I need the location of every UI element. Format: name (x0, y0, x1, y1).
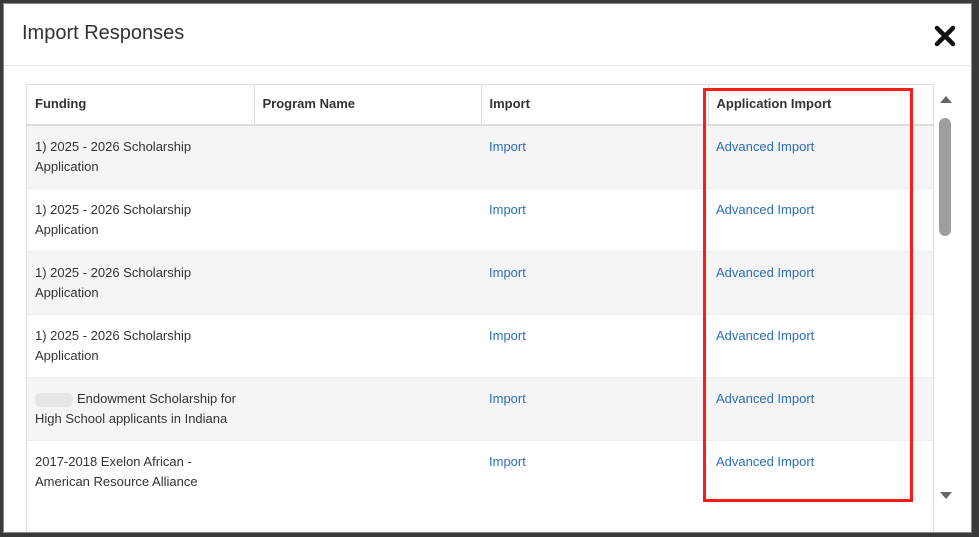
table-row: Endowment Scholarship for High School ap… (27, 377, 933, 441)
import-cell: Import (481, 251, 708, 315)
import-link[interactable]: Import (489, 265, 526, 280)
funding-cell: 1) 2025 - 2026 Scholarship Application (27, 188, 254, 252)
import-link[interactable]: Import (489, 202, 526, 217)
program-name-cell (254, 314, 481, 378)
funding-cell: 1) 2025 - 2026 Scholarship Application (27, 314, 254, 378)
funding-cell: 1) 2025 - 2026 Scholarship Application (27, 251, 254, 315)
import-link[interactable]: Import (489, 391, 526, 406)
close-button[interactable] (933, 24, 957, 48)
column-header-application-import: Application Import (708, 85, 933, 126)
import-cell: Import (481, 314, 708, 378)
column-header-funding: Funding (27, 85, 255, 126)
responses-table: Funding Program Name Import Application … (27, 85, 933, 503)
advanced-import-link[interactable]: Advanced Import (716, 454, 814, 469)
advanced-import-link[interactable]: Advanced Import (716, 328, 814, 343)
application-import-cell: Advanced Import (708, 124, 933, 189)
import-link[interactable]: Import (489, 139, 526, 154)
application-import-cell: Advanced Import (708, 251, 933, 315)
scroll-down-arrow-icon[interactable] (940, 492, 952, 499)
modal-title: Import Responses (22, 22, 185, 44)
program-name-cell (254, 124, 481, 189)
import-cell: Import (481, 440, 708, 503)
table-row: 1) 2025 - 2026 Scholarship Application I… (27, 251, 933, 315)
advanced-import-link[interactable]: Advanced Import (716, 391, 814, 406)
import-link[interactable]: Import (489, 454, 526, 469)
import-cell: Import (481, 188, 708, 252)
table-row: 1) 2025 - 2026 Scholarship Application I… (27, 124, 933, 189)
funding-cell: 1) 2025 - 2026 Scholarship Application (27, 124, 254, 189)
import-cell: Import (481, 377, 708, 441)
vertical-scrollbar[interactable] (936, 88, 956, 508)
program-name-cell (254, 188, 481, 252)
application-import-cell: Advanced Import (708, 188, 933, 252)
funding-cell: 2017-2018 Exelon African - American Reso… (27, 440, 254, 503)
column-header-program-name: Program Name (254, 85, 482, 126)
application-import-cell: Advanced Import (708, 377, 933, 441)
advanced-import-link[interactable]: Advanced Import (716, 139, 814, 154)
import-link[interactable]: Import (489, 328, 526, 343)
scroll-up-arrow-icon[interactable] (940, 96, 952, 103)
program-name-cell (254, 440, 481, 503)
program-name-cell (254, 377, 481, 441)
responses-table-container: Funding Program Name Import Application … (26, 84, 934, 532)
import-cell: Import (481, 124, 708, 189)
modal-header: Import Responses (4, 4, 971, 66)
table-row: 2017-2018 Exelon African - American Reso… (27, 440, 933, 503)
application-import-cell: Advanced Import (708, 314, 933, 378)
redacted-text (35, 392, 73, 407)
close-x-icon (934, 25, 956, 47)
advanced-import-link[interactable]: Advanced Import (716, 202, 814, 217)
import-responses-modal: Import Responses Funding Program Name Im… (3, 3, 972, 533)
table-row: 1) 2025 - 2026 Scholarship Application I… (27, 188, 933, 252)
table-row: 1) 2025 - 2026 Scholarship Application I… (27, 314, 933, 378)
advanced-import-link[interactable]: Advanced Import (716, 265, 814, 280)
scrollbar-thumb[interactable] (939, 118, 951, 236)
table-header-row: Funding Program Name Import Application … (27, 85, 933, 126)
application-import-cell: Advanced Import (708, 440, 933, 503)
program-name-cell (254, 251, 481, 315)
funding-cell: Endowment Scholarship for High School ap… (27, 377, 254, 441)
column-header-import: Import (481, 85, 709, 126)
